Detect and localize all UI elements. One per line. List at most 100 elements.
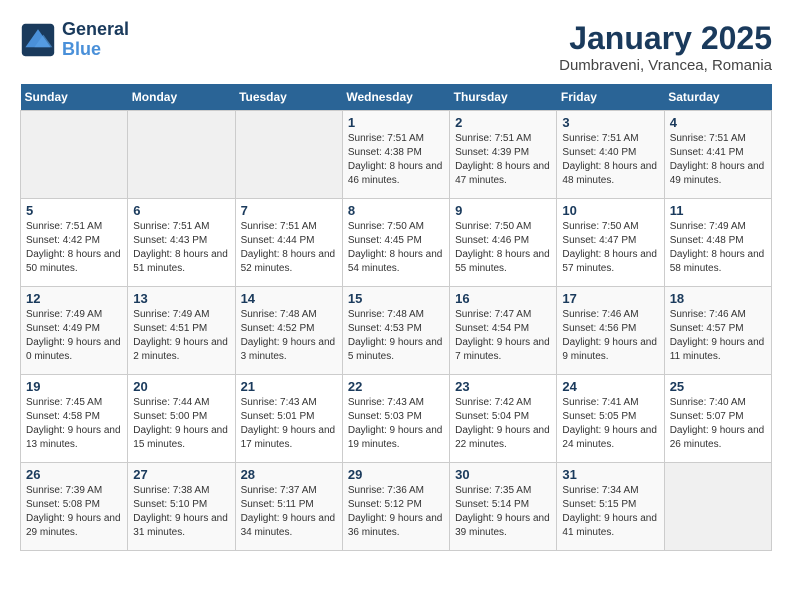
weekday-header-friday: Friday xyxy=(557,84,664,111)
calendar-cell: 6Sunrise: 7:51 AM Sunset: 4:43 PM Daylig… xyxy=(128,199,235,287)
day-number: 4 xyxy=(670,115,766,130)
calendar-cell: 26 Sunrise: 7:39 AM Sunset: 5:08 PM Dayli… xyxy=(21,463,128,551)
calendar-cell: 29Sunrise: 7:36 AM Sunset: 5:12 PM Dayli… xyxy=(342,463,449,551)
logo-text: General Blue xyxy=(62,20,129,60)
calendar-cell: 12 Sunrise: 7:49 AM Sunset: 4:49 PM Dayli… xyxy=(21,287,128,375)
day-info: Sunrise: 7:39 AM Sunset: 5:08 PM Dayligh… xyxy=(26,484,122,540)
logo-line2: Blue xyxy=(62,40,129,60)
weekday-header-thursday: Thursday xyxy=(450,84,557,111)
logo: General Blue xyxy=(20,20,129,60)
calendar-cell: 14 Sunrise: 7:48 AM Sunset: 4:52 PM Dayli… xyxy=(235,287,342,375)
week-row-1: 5Sunrise: 7:51 AM Sunset: 4:42 PM Daylig… xyxy=(21,199,772,287)
calendar-cell: 25 Sunrise: 7:40 AM Sunset: 5:07 PM Dayli… xyxy=(664,375,771,463)
day-number: 27 xyxy=(133,467,229,482)
calendar-cell xyxy=(128,111,235,199)
day-info: Sunrise: 7:42 AM Sunset: 5:04 PM Dayligh… xyxy=(455,396,551,452)
day-info: Sunrise: 7:49 AM Sunset: 4:48 PM Dayligh… xyxy=(670,220,766,276)
day-info: Sunrise: 7:41 AM Sunset: 5:05 PM Dayligh… xyxy=(562,396,658,452)
day-number: 9 xyxy=(455,203,551,218)
week-row-4: 26 Sunrise: 7:39 AM Sunset: 5:08 PM Dayli… xyxy=(21,463,772,551)
day-number: 17 xyxy=(562,291,658,306)
week-row-3: 19 Sunrise: 7:45 AM Sunset: 4:58 PM Dayli… xyxy=(21,375,772,463)
logo-icon xyxy=(20,22,56,58)
calendar-cell: 28 Sunrise: 7:37 AM Sunset: 5:11 PM Dayli… xyxy=(235,463,342,551)
day-number: 21 xyxy=(241,379,337,394)
day-number: 18 xyxy=(670,291,766,306)
day-number: 22 xyxy=(348,379,444,394)
day-info: Sunrise: 7:46 AM Sunset: 4:56 PM Dayligh… xyxy=(562,308,658,364)
calendar-subtitle: Dumbraveni, Vrancea, Romania xyxy=(559,57,772,74)
day-info: Sunrise: 7:34 AM Sunset: 5:15 PM Dayligh… xyxy=(562,484,658,540)
calendar-cell xyxy=(235,111,342,199)
day-info: Sunrise: 7:46 AM Sunset: 4:57 PM Dayligh… xyxy=(670,308,766,364)
weekday-header-tuesday: Tuesday xyxy=(235,84,342,111)
calendar-table: SundayMondayTuesdayWednesdayThursdayFrid… xyxy=(20,84,772,551)
day-info: Sunrise: 7:37 AM Sunset: 5:11 PM Dayligh… xyxy=(241,484,337,540)
calendar-cell: 22 Sunrise: 7:43 AM Sunset: 5:03 PM Dayli… xyxy=(342,375,449,463)
calendar-cell: 13Sunrise: 7:49 AM Sunset: 4:51 PM Dayli… xyxy=(128,287,235,375)
day-number: 12 xyxy=(26,291,122,306)
day-number: 31 xyxy=(562,467,658,482)
day-number: 7 xyxy=(241,203,337,218)
week-row-2: 12 Sunrise: 7:49 AM Sunset: 4:49 PM Dayli… xyxy=(21,287,772,375)
day-number: 8 xyxy=(348,203,444,218)
calendar-cell xyxy=(664,463,771,551)
day-number: 15 xyxy=(348,291,444,306)
weekday-header-monday: Monday xyxy=(128,84,235,111)
calendar-cell: 11 Sunrise: 7:49 AM Sunset: 4:48 PM Dayli… xyxy=(664,199,771,287)
day-info: Sunrise: 7:51 AM Sunset: 4:41 PM Dayligh… xyxy=(670,132,766,188)
logo-line1: General xyxy=(62,20,129,40)
day-number: 10 xyxy=(562,203,658,218)
calendar-cell: 17 Sunrise: 7:46 AM Sunset: 4:56 PM Dayli… xyxy=(557,287,664,375)
calendar-cell: 2 Sunrise: 7:51 AM Sunset: 4:39 PM Daylig… xyxy=(450,111,557,199)
weekday-header-row: SundayMondayTuesdayWednesdayThursdayFrid… xyxy=(21,84,772,111)
day-number: 26 xyxy=(26,467,122,482)
calendar-cell xyxy=(21,111,128,199)
day-number: 1 xyxy=(348,115,444,130)
day-number: 29 xyxy=(348,467,444,482)
day-info: Sunrise: 7:45 AM Sunset: 4:58 PM Dayligh… xyxy=(26,396,122,452)
calendar-cell: 18 Sunrise: 7:46 AM Sunset: 4:57 PM Dayli… xyxy=(664,287,771,375)
day-number: 19 xyxy=(26,379,122,394)
calendar-title: January 2025 xyxy=(559,20,772,57)
day-number: 30 xyxy=(455,467,551,482)
calendar-cell: 27 Sunrise: 7:38 AM Sunset: 5:10 PM Dayli… xyxy=(128,463,235,551)
page-header: General Blue January 2025 Dumbraveni, Vr… xyxy=(20,20,772,74)
title-block: January 2025 Dumbraveni, Vrancea, Romani… xyxy=(559,20,772,74)
day-number: 24 xyxy=(562,379,658,394)
day-number: 14 xyxy=(241,291,337,306)
calendar-cell: 21 Sunrise: 7:43 AM Sunset: 5:01 PM Dayli… xyxy=(235,375,342,463)
day-number: 28 xyxy=(241,467,337,482)
day-info: Sunrise: 7:51 AM Sunset: 4:40 PM Dayligh… xyxy=(562,132,658,188)
day-number: 11 xyxy=(670,203,766,218)
day-info: Sunrise: 7:49 AM Sunset: 4:49 PM Dayligh… xyxy=(26,308,122,364)
calendar-cell: 10Sunrise: 7:50 AM Sunset: 4:47 PM Dayli… xyxy=(557,199,664,287)
day-info: Sunrise: 7:51 AM Sunset: 4:38 PM Dayligh… xyxy=(348,132,444,188)
calendar-cell: 8Sunrise: 7:50 AM Sunset: 4:45 PM Daylig… xyxy=(342,199,449,287)
day-number: 2 xyxy=(455,115,551,130)
day-info: Sunrise: 7:48 AM Sunset: 4:52 PM Dayligh… xyxy=(241,308,337,364)
day-number: 23 xyxy=(455,379,551,394)
day-info: Sunrise: 7:48 AM Sunset: 4:53 PM Dayligh… xyxy=(348,308,444,364)
calendar-cell: 3 Sunrise: 7:51 AM Sunset: 4:40 PM Daylig… xyxy=(557,111,664,199)
calendar-cell: 4 Sunrise: 7:51 AM Sunset: 4:41 PM Daylig… xyxy=(664,111,771,199)
day-info: Sunrise: 7:43 AM Sunset: 5:01 PM Dayligh… xyxy=(241,396,337,452)
day-info: Sunrise: 7:51 AM Sunset: 4:44 PM Dayligh… xyxy=(241,220,337,276)
day-info: Sunrise: 7:40 AM Sunset: 5:07 PM Dayligh… xyxy=(670,396,766,452)
day-info: Sunrise: 7:43 AM Sunset: 5:03 PM Dayligh… xyxy=(348,396,444,452)
day-number: 3 xyxy=(562,115,658,130)
weekday-header-saturday: Saturday xyxy=(664,84,771,111)
day-info: Sunrise: 7:47 AM Sunset: 4:54 PM Dayligh… xyxy=(455,308,551,364)
week-row-0: 1 Sunrise: 7:51 AM Sunset: 4:38 PM Daylig… xyxy=(21,111,772,199)
weekday-header-sunday: Sunday xyxy=(21,84,128,111)
day-info: Sunrise: 7:51 AM Sunset: 4:39 PM Dayligh… xyxy=(455,132,551,188)
day-number: 13 xyxy=(133,291,229,306)
day-number: 6 xyxy=(133,203,229,218)
day-info: Sunrise: 7:38 AM Sunset: 5:10 PM Dayligh… xyxy=(133,484,229,540)
day-number: 25 xyxy=(670,379,766,394)
calendar-cell: 7 Sunrise: 7:51 AM Sunset: 4:44 PM Daylig… xyxy=(235,199,342,287)
day-info: Sunrise: 7:51 AM Sunset: 4:42 PM Dayligh… xyxy=(26,220,122,276)
day-info: Sunrise: 7:50 AM Sunset: 4:46 PM Dayligh… xyxy=(455,220,551,276)
calendar-cell: 30Sunrise: 7:35 AM Sunset: 5:14 PM Dayli… xyxy=(450,463,557,551)
calendar-cell: 19 Sunrise: 7:45 AM Sunset: 4:58 PM Dayli… xyxy=(21,375,128,463)
